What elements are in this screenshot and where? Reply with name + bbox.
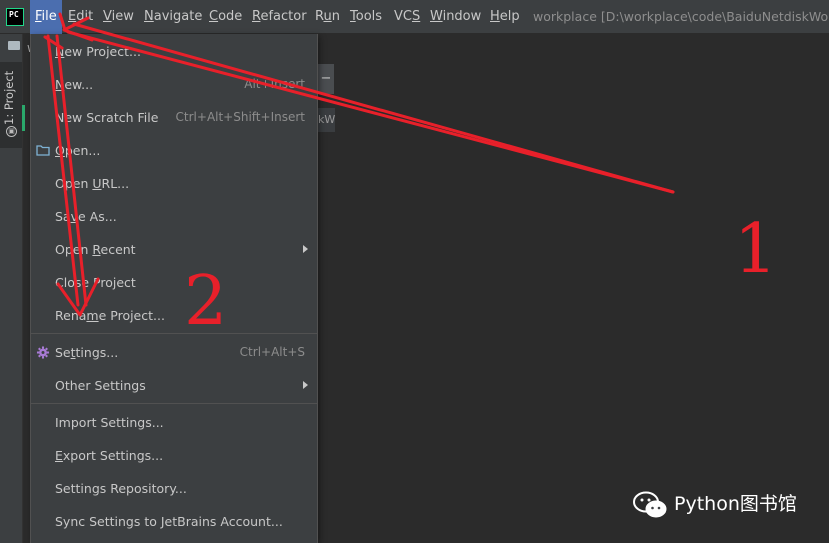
folder-icon: [36, 145, 50, 156]
menu-edit[interactable]: Edit: [68, 0, 93, 34]
menu-item-settings-repository[interactable]: Settings Repository...: [31, 472, 318, 505]
menu-item-shortcut: Alt+Insert: [244, 77, 305, 91]
annotation-label-1: 1: [734, 210, 777, 289]
file-menu-dropdown: New Project... New... Alt+Insert New Scratc…: [30, 34, 318, 543]
menu-item-other-settings[interactable]: Other Settings: [31, 369, 318, 402]
menu-item-label: Import Settings...: [55, 415, 164, 430]
menu-item-rename-project[interactable]: Rename Project...: [31, 299, 318, 332]
wechat-watermark: Python图书馆: [632, 487, 797, 521]
project-tool-tab-label[interactable]: 1: Project: [2, 45, 16, 125]
menu-item-label: Sync Settings to JetBrains Account...: [55, 514, 283, 529]
menu-tools[interactable]: Tools: [350, 0, 382, 34]
menu-item-new-project[interactable]: New Project...: [31, 35, 318, 68]
menu-item-sync-settings-to-jetbrains-account[interactable]: Sync Settings to JetBrains Account...: [31, 505, 318, 538]
window-title: workplace [D:\workplace\code\BaiduNetdis…: [533, 9, 829, 24]
menu-run[interactable]: Run: [315, 0, 340, 34]
watermark-text: Python图书馆: [674, 493, 797, 515]
selection-marker: [22, 105, 25, 131]
menu-item-shortcut: Ctrl+Alt+S: [239, 345, 305, 359]
menu-refactor[interactable]: Refactor: [252, 0, 307, 34]
project-window-icon: ▣: [6, 126, 17, 137]
menu-item-save-as[interactable]: Save As...: [31, 200, 318, 233]
menu-item-label: New...: [55, 77, 94, 92]
menu-item-open-recent[interactable]: Open Recent: [31, 233, 318, 266]
menu-help[interactable]: Help: [490, 0, 520, 34]
menu-item-export-settings[interactable]: Export Settings...: [31, 439, 318, 472]
menu-view[interactable]: View: [103, 0, 134, 34]
menu-item-settings[interactable]: Settings... Ctrl+Alt+S: [31, 336, 318, 369]
menu-item-label: Open URL...: [55, 176, 130, 191]
menu-navigate[interactable]: Navigate: [144, 0, 202, 34]
menu-item-label: New Scratch File: [55, 110, 159, 125]
menu-item-label: Rename Project...: [55, 308, 165, 323]
menu-item-label: Open Recent: [55, 242, 136, 257]
menu-bar: PC File Edit View Navigate Code Refactor Run To…: [0, 0, 829, 34]
submenu-arrow-icon: [303, 245, 308, 253]
submenu-arrow-icon: [303, 381, 308, 389]
menu-item-open[interactable]: Open...: [31, 134, 318, 167]
menu-separator: [31, 333, 318, 334]
menu-item-import-settings[interactable]: Import Settings...: [31, 406, 318, 439]
menu-item-open-url[interactable]: Open URL...: [31, 167, 318, 200]
wechat-icon: [633, 491, 667, 517]
menu-item-label: Settings Repository...: [55, 481, 187, 496]
menu-item-label: Open...: [55, 143, 101, 158]
menu-item-label: Save As...: [55, 209, 117, 224]
menu-item-label: New Project...: [55, 44, 141, 59]
menu-item-label: Settings...: [55, 345, 119, 360]
pycharm-logo-icon: PC: [6, 8, 24, 26]
menu-item-close-project[interactable]: Close Project: [31, 266, 318, 299]
collapse-button[interactable]: −: [318, 64, 334, 94]
menu-item-label: Export Settings...: [55, 448, 164, 463]
gear-icon: [36, 346, 50, 359]
menu-code[interactable]: Code: [209, 0, 242, 34]
menu-item-new[interactable]: New... Alt+Insert: [31, 68, 318, 101]
menu-item-shortcut: Ctrl+Alt+Shift+Insert: [175, 110, 305, 124]
menu-item-label: Close Project: [55, 275, 136, 290]
menu-item-label: Other Settings: [55, 378, 146, 393]
menu-item-new-scratch-file[interactable]: New Scratch File Ctrl+Alt+Shift+Insert: [31, 101, 318, 134]
menu-vcs[interactable]: VCS: [394, 0, 420, 34]
menu-window[interactable]: Window: [430, 0, 481, 34]
menu-file[interactable]: File: [30, 0, 62, 34]
editor-tab-fragment[interactable]: kW: [318, 108, 335, 132]
menu-separator: [31, 403, 318, 404]
